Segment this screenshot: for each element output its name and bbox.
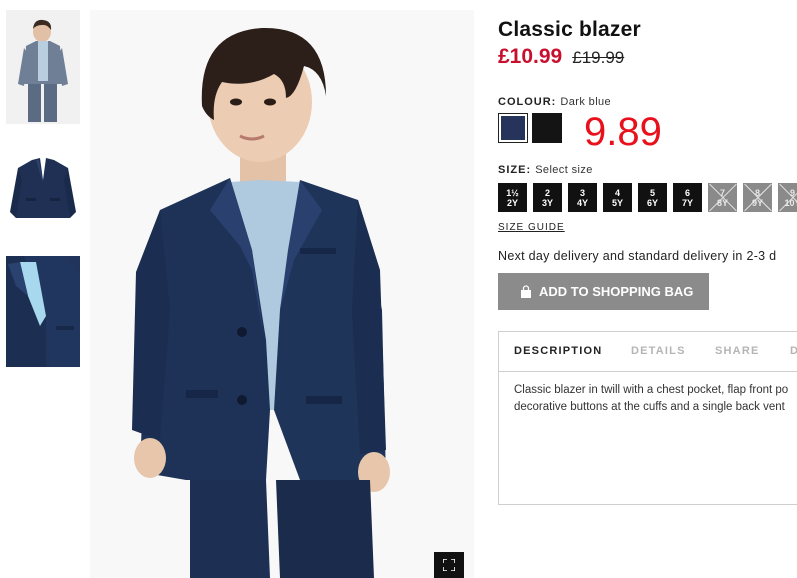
shopping-bag-icon <box>521 284 531 298</box>
thumbnail-model-image <box>6 10 80 124</box>
thumbnail-blazer-image <box>6 140 80 230</box>
sale-price: £10.99 <box>498 45 563 68</box>
size-age: 1½ <box>506 187 519 198</box>
main-product-image <box>90 10 474 578</box>
info-tabs: DESCRIPTION DETAILS SHARE D <box>499 332 797 372</box>
size-age: 7 <box>719 187 725 198</box>
tab-share[interactable]: SHARE <box>715 345 760 357</box>
size-option-5y[interactable]: 4 5Y <box>603 183 632 212</box>
size-option-6y[interactable]: 5 6Y <box>638 183 667 212</box>
swatch-dark-blue[interactable] <box>498 113 528 143</box>
info-panel: DESCRIPTION DETAILS SHARE D Classic blaz… <box>498 331 797 505</box>
size-year: 8Y <box>716 197 728 208</box>
size-option-4y[interactable]: 3 4Y <box>568 183 597 212</box>
colour-label-value: Dark blue <box>560 96 612 108</box>
size-selector: 1½2Y 23Y 34Y 45Y 56Y 67Y 78Y 89Y 910Y <box>498 183 797 212</box>
price-row: £10.99 £19.99 <box>498 45 624 69</box>
size-option-10y-unavailable[interactable]: 910Y <box>778 183 797 212</box>
colour-label: COLOUR: Dark blue <box>498 96 611 108</box>
size-option-2y[interactable]: 1½ 2Y <box>498 183 527 212</box>
original-price: £19.99 <box>572 48 625 67</box>
fullscreen-button[interactable] <box>434 552 464 578</box>
thumbnail-lining-image <box>6 256 80 367</box>
add-to-bag-label: ADD TO SHOPPING BAG <box>539 284 694 299</box>
tab-details[interactable]: DETAILS <box>631 345 686 357</box>
size-age: 4 <box>614 187 620 198</box>
size-year: 2Y <box>506 197 518 208</box>
size-year: 4Y <box>576 197 588 208</box>
description-line-2: decorative buttons at the cuffs and a si… <box>514 401 785 413</box>
size-year: 7Y <box>681 197 693 208</box>
tab-more[interactable]: D <box>790 345 797 357</box>
swatch-dark-blue-fill <box>501 116 525 140</box>
delivery-info: Next day delivery and standard delivery … <box>498 249 777 263</box>
size-year: 6Y <box>646 197 658 208</box>
size-age: 2 <box>544 187 550 198</box>
size-year: 9Y <box>751 197 763 208</box>
size-label: SIZE: Select size <box>498 164 593 176</box>
description-text: Classic blazer in twill with a chest poc… <box>514 382 788 416</box>
size-label-key: SIZE: <box>498 164 532 176</box>
fullscreen-icon <box>443 559 455 571</box>
size-year: 3Y <box>541 197 553 208</box>
thumbnail-blazer-front[interactable] <box>6 140 80 230</box>
swatch-black[interactable] <box>532 113 562 143</box>
thumbnail-blazer-lining[interactable] <box>6 256 80 367</box>
size-age: 8 <box>754 187 760 198</box>
size-guide-link[interactable]: SIZE GUIDE <box>498 222 565 233</box>
size-option-9y-unavailable[interactable]: 8 9Y <box>743 183 772 212</box>
size-age: 3 <box>579 187 585 198</box>
size-year: 10Y <box>784 197 797 208</box>
colour-label-key: COLOUR: <box>498 96 557 108</box>
size-option-3y[interactable]: 2 3Y <box>533 183 562 212</box>
size-label-value: Select size <box>535 164 593 176</box>
size-age: 6 <box>684 187 690 198</box>
product-title: Classic blazer <box>498 18 641 41</box>
overlay-price-annotation: 9.89 <box>584 110 662 154</box>
size-option-7y[interactable]: 6 7Y <box>673 183 702 212</box>
tab-description[interactable]: DESCRIPTION <box>514 345 602 357</box>
size-age: 9 <box>789 187 795 198</box>
size-age: 5 <box>649 187 655 198</box>
size-option-8y-unavailable[interactable]: 7 8Y <box>708 183 737 212</box>
thumbnail-model-full[interactable] <box>6 10 80 124</box>
add-to-bag-button[interactable]: ADD TO SHOPPING BAG <box>498 273 709 310</box>
model-photo <box>90 10 474 578</box>
description-line-1: Classic blazer in twill with a chest poc… <box>514 384 789 396</box>
size-year: 5Y <box>611 197 623 208</box>
